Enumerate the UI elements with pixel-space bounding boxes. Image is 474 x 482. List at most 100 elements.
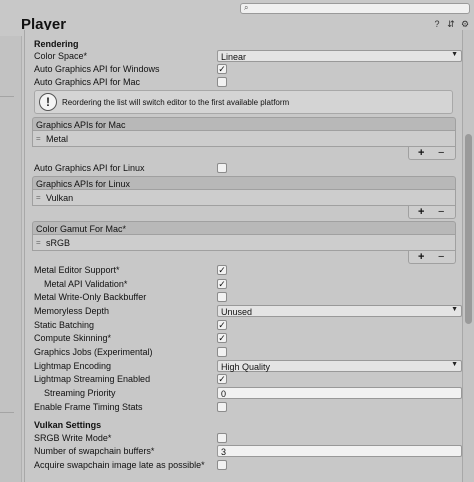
swapchain-buffers-label: Number of swapchain buffers* [34,446,155,456]
acquire-late-checkbox[interactable] [217,460,227,470]
acquire-late-row: Acquire swapchain image late as possible… [34,459,456,472]
graphics-apis-mac-header[interactable]: Graphics APIs for Mac [32,117,456,131]
drag-handle-icon[interactable]: = [36,238,41,247]
color-gamut-mac-footer: + − [408,251,456,264]
graphics-apis-linux-header[interactable]: Graphics APIs for Linux [32,176,456,190]
scrollbar-thumb[interactable] [465,134,472,324]
static-batching-label: Static Batching [34,320,95,330]
frame-timing-row: Enable Frame Timing Stats [34,401,456,414]
chevron-down-icon: ▼ [451,361,458,368]
list-item[interactable]: Metal [46,134,68,144]
graphics-jobs-row: Graphics Jobs (Experimental) [34,346,456,359]
lightmap-streaming-row: Lightmap Streaming Enabled ✓ [34,373,456,386]
dropdown-value: Linear [221,52,247,62]
srgb-write-row: SRGB Write Mode* [34,432,456,445]
graphics-apis-mac-footer: + − [408,147,456,160]
dropdown-value: Unused [221,307,253,317]
static-batching-checkbox[interactable]: ✓ [217,320,227,330]
list-title: Color Gamut For Mac* [36,224,127,234]
color-space-row: Color Space* Linear ▼ [34,50,462,63]
field-value: 0 [221,389,227,399]
lightmap-streaming-label: Lightmap Streaming Enabled [34,374,151,384]
graphics-jobs-checkbox[interactable] [217,347,227,357]
static-batching-row: Static Batching ✓ [34,319,456,332]
section-title: Vulkan Settings [34,420,102,430]
vulkan-section-header: Vulkan Settings [34,419,456,432]
auto-api-windows-row: Auto Graphics API for Windows ✓ [34,63,456,76]
memoryless-depth-label: Memoryless Depth [34,306,110,316]
metal-editor-support-label: Metal Editor Support* [34,265,120,275]
frame-timing-label: Enable Frame Timing Stats [34,402,143,412]
list-title: Graphics APIs for Linux [36,179,131,189]
help-icon[interactable]: ? [432,19,442,29]
metal-api-validation-label: Metal API Validation* [44,279,128,289]
preset-icon[interactable]: ⇵ [446,19,456,29]
auto-api-linux-checkbox[interactable] [217,163,227,173]
drag-handle-icon[interactable]: = [36,134,41,143]
streaming-priority-row: Streaming Priority 0 [34,387,462,400]
gear-icon[interactable]: ⚙ [460,19,470,29]
chevron-down-icon: ▼ [451,51,458,58]
metal-api-validation-row: Metal API Validation* ✓ [34,278,456,291]
field-value: 3 [221,447,227,457]
sidebar-divider [0,412,14,413]
auto-api-linux-label: Auto Graphics API for Linux [34,163,145,173]
dropdown-value: High Quality [221,362,271,372]
add-icon[interactable]: + [418,251,424,263]
memoryless-depth-dropdown[interactable]: Unused ▼ [217,305,462,317]
metal-write-only-label: Metal Write-Only Backbuffer [34,292,147,302]
remove-icon[interactable]: − [438,147,444,159]
remove-icon[interactable]: − [438,251,444,263]
color-space-dropdown[interactable]: Linear ▼ [217,50,462,62]
info-box: ! Reordering the list will switch editor… [34,90,453,114]
add-icon[interactable]: + [418,206,424,218]
list-title: Graphics APIs for Mac [36,120,126,130]
remove-icon[interactable]: − [438,206,444,218]
frame-timing-checkbox[interactable] [217,402,227,412]
color-gamut-mac-list: = sRGB [32,235,456,251]
search-icon: ⌕ [244,3,249,12]
lightmap-encoding-dropdown[interactable]: High Quality ▼ [217,360,462,372]
graphics-jobs-label: Graphics Jobs (Experimental) [34,347,153,357]
srgb-write-checkbox[interactable] [217,433,227,443]
graphics-apis-linux-footer: + − [408,206,456,219]
sidebar-divider [0,96,14,97]
color-gamut-mac-header[interactable]: Color Gamut For Mac* [32,221,456,235]
metal-api-validation-checkbox[interactable]: ✓ [217,279,227,289]
compute-skinning-checkbox[interactable]: ✓ [217,333,227,343]
auto-api-windows-label: Auto Graphics API for Windows [34,64,160,74]
auto-api-mac-row: Auto Graphics API for Mac [34,76,456,89]
warning-icon: ! [39,93,57,111]
search-input[interactable]: ⌕ [240,3,470,14]
drag-handle-icon[interactable]: = [36,193,41,202]
streaming-priority-input[interactable]: 0 [217,387,462,399]
lightmap-streaming-checkbox[interactable]: ✓ [217,374,227,384]
metal-editor-support-checkbox[interactable]: ✓ [217,265,227,275]
settings-sidebar [0,36,22,482]
metal-write-only-checkbox[interactable] [217,292,227,302]
acquire-late-label: Acquire swapchain image late as possible… [34,460,205,470]
list-item[interactable]: sRGB [46,238,70,248]
player-settings-panel: Rendering Color Space* Linear ▼ Auto Gra… [24,30,462,482]
swapchain-buffers-input[interactable]: 3 [217,445,462,457]
auto-api-mac-checkbox[interactable] [217,77,227,87]
info-message: Reordering the list will switch editor t… [62,98,290,107]
vertical-scrollbar[interactable] [462,30,474,482]
memoryless-depth-row: Memoryless Depth Unused ▼ [34,305,462,318]
color-space-label: Color Space* [34,51,88,61]
metal-write-only-row: Metal Write-Only Backbuffer [34,291,456,304]
auto-api-windows-checkbox[interactable]: ✓ [217,64,227,74]
compute-skinning-label: Compute Skinning* [34,333,112,343]
add-icon[interactable]: + [418,147,424,159]
streaming-priority-label: Streaming Priority [44,388,116,398]
srgb-write-label: SRGB Write Mode* [34,433,112,443]
chevron-down-icon: ▼ [451,306,458,313]
compute-skinning-row: Compute Skinning* ✓ [34,332,456,345]
lightmap-encoding-row: Lightmap Encoding High Quality ▼ [34,360,462,373]
auto-api-linux-row: Auto Graphics API for Linux [34,162,456,175]
list-item[interactable]: Vulkan [46,193,73,203]
graphics-apis-mac-list: = Metal [32,131,456,147]
lightmap-encoding-label: Lightmap Encoding [34,361,112,371]
graphics-apis-linux-list: = Vulkan [32,190,456,206]
swapchain-buffers-row: Number of swapchain buffers* 3 [34,445,462,458]
